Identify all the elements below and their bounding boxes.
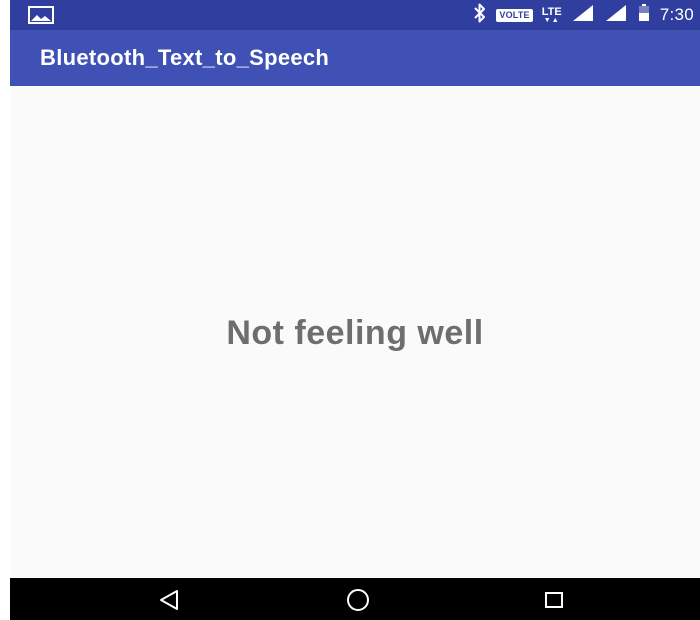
spoken-message: Not feeling well <box>226 314 484 352</box>
back-icon[interactable] <box>154 586 184 614</box>
main-content: Not feeling well <box>10 86 700 578</box>
app-bar: Bluetooth_Text_to_Speech <box>10 30 700 86</box>
lte-label: LTE <box>541 5 562 18</box>
signal-icon <box>604 3 628 28</box>
phone-screen: VOLTE LTE ▼▲ 7:30 Bluetooth_Text_to_Spee… <box>10 0 700 620</box>
home-icon[interactable] <box>343 586 373 614</box>
volte-icon: VOLTE <box>496 8 533 22</box>
image-icon <box>28 6 54 24</box>
recents-icon[interactable] <box>539 586 569 614</box>
status-icons: VOLTE LTE ▼▲ 7:30 <box>473 0 694 30</box>
app-title: Bluetooth_Text_to_Speech <box>40 45 330 70</box>
status-bar: VOLTE LTE ▼▲ 7:30 <box>10 0 700 30</box>
bluetooth-icon <box>473 3 487 28</box>
signal-icon <box>571 3 595 28</box>
lte-icon: LTE ▼▲ <box>541 5 562 24</box>
status-time: 7:30 <box>659 5 694 24</box>
navigation-bar <box>10 578 700 620</box>
data-arrows-icon: ▼▲ <box>543 16 560 24</box>
battery-icon <box>637 3 651 28</box>
